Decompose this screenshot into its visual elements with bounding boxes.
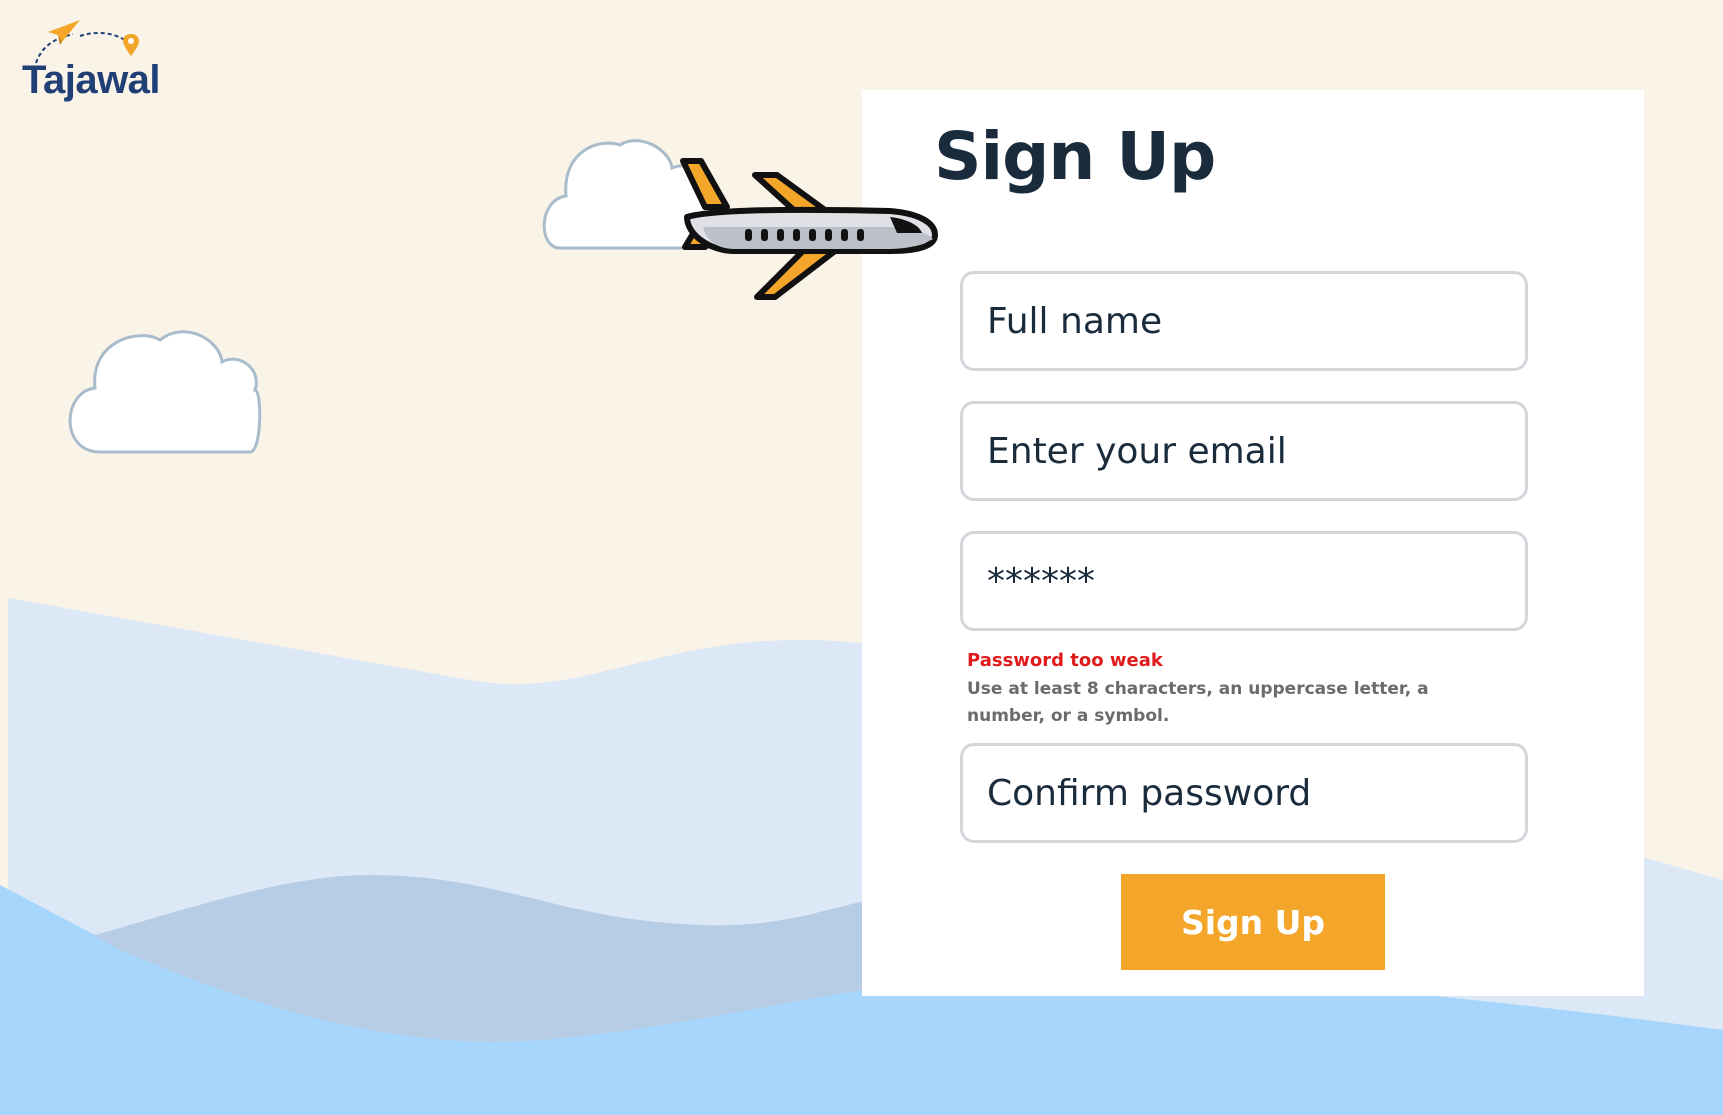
- location-pin-icon: [123, 34, 139, 56]
- airplane-icon: [680, 158, 938, 300]
- cloud-icon: [68, 330, 262, 454]
- full-name-field[interactable]: [960, 271, 1528, 371]
- signup-card: Sign Up Password too weak Use at least 8…: [862, 90, 1644, 996]
- full-name-input[interactable]: [987, 300, 1525, 342]
- sign-up-button[interactable]: Sign Up: [1121, 874, 1385, 970]
- confirm-password-field[interactable]: [960, 743, 1528, 843]
- password-field[interactable]: [960, 531, 1528, 631]
- password-error-title: Password too weak: [967, 650, 1163, 671]
- brand-name: Tajawal: [22, 58, 161, 102]
- page-title: Sign Up: [934, 118, 1216, 195]
- password-error-text: Use at least 8 characters, an uppercase …: [967, 679, 1429, 726]
- password-input[interactable]: [987, 560, 1525, 602]
- confirm-password-input[interactable]: [987, 772, 1525, 814]
- email-input[interactable]: [987, 430, 1525, 472]
- email-field[interactable]: [960, 401, 1528, 501]
